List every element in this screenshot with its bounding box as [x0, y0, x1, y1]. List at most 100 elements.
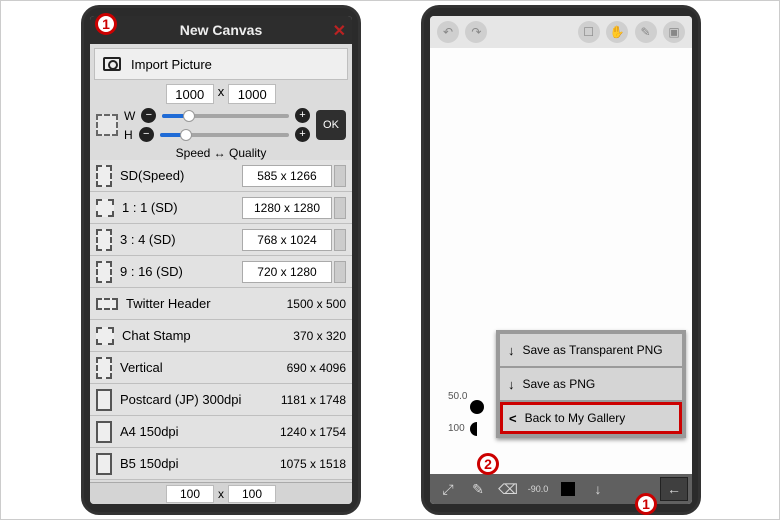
preset-row[interactable]: Chat Stamp370 x 320	[90, 320, 352, 352]
preset-dims: 1240 x 1754	[246, 425, 346, 439]
preset-swatch-icon	[96, 261, 112, 283]
brush-icon[interactable]: ✎	[464, 477, 492, 501]
dialog-title: New Canvas	[180, 22, 262, 38]
preset-row[interactable]: Postcard (JP) 300dpi1181 x 1748	[90, 384, 352, 416]
footer-height[interactable]: 100	[228, 485, 276, 503]
preset-dims-input[interactable]: 585 x 1266	[242, 165, 332, 187]
camera-icon	[103, 57, 121, 71]
preset-swatch-icon	[96, 357, 112, 379]
brush-opacity-label: 100	[448, 423, 465, 434]
preset-swatch-icon	[96, 453, 112, 475]
preset-row[interactable]: SD(Speed)585 x 1266	[90, 160, 352, 192]
preset-swatch-icon	[96, 229, 112, 251]
undo-icon[interactable]: ↶	[437, 21, 459, 43]
preset-swatch-icon	[96, 165, 112, 187]
footer-width[interactable]: 100	[166, 485, 214, 503]
speed-quality-label: Speed ↔ Quality	[90, 146, 352, 160]
screen-left: New Canvas ✕ Import Picture 1000 x 1000 …	[90, 16, 352, 504]
dialog-title-bar: New Canvas ✕	[90, 16, 352, 44]
ok-button[interactable]: OK	[316, 110, 346, 140]
top-toolbar-left: ↶ ↷	[436, 21, 488, 43]
preset-row[interactable]: Twitter Header1500 x 500	[90, 288, 352, 320]
width-value[interactable]: 1000	[166, 84, 214, 104]
top-toolbar: ↶ ↷ ☐ ✋ ✎ ▣	[430, 16, 692, 48]
tool-icon-1[interactable]: ☐	[578, 21, 600, 43]
preset-spin[interactable]	[334, 165, 346, 187]
preset-row[interactable]: 1 : 1 (SD)1280 x 1280	[90, 192, 352, 224]
preset-row[interactable]: 9 : 16 (SD)720 x 1280	[90, 256, 352, 288]
height-slider-row: H − +	[124, 127, 310, 142]
chevron-left-icon	[509, 411, 517, 426]
preset-spin[interactable]	[334, 229, 346, 251]
menu-item-label: Back to My Gallery	[525, 411, 626, 425]
callout-1a: 1	[95, 13, 117, 35]
brush-size-label: 50.0	[448, 391, 467, 402]
layers-icon[interactable]: ▣	[663, 21, 685, 43]
width-plus-button[interactable]: +	[295, 108, 310, 123]
preset-list: SD(Speed)585 x 12661 : 1 (SD)1280 x 1280…	[90, 160, 352, 480]
footer-x: x	[218, 487, 224, 501]
preset-spin[interactable]	[334, 197, 346, 219]
menu-item[interactable]: Save as Transparent PNG	[500, 334, 682, 366]
height-minus-button[interactable]: −	[139, 127, 154, 142]
preset-name: B5 150dpi	[120, 456, 246, 471]
preset-dims: 690 x 4096	[246, 361, 346, 375]
menu-item-label: Save as PNG	[523, 377, 596, 391]
preset-swatch-icon	[96, 421, 112, 443]
tool-icon-3[interactable]: ✎	[635, 21, 657, 43]
width-label: W	[124, 109, 135, 123]
preset-row[interactable]: B5 150dpi1075 x 1518	[90, 448, 352, 480]
preset-swatch-icon	[96, 389, 112, 411]
download-icon[interactable]: ↓	[584, 477, 612, 501]
custom-dimensions-row: 1000 x 1000	[90, 84, 352, 104]
menu-item[interactable]: Save as PNG	[500, 368, 682, 400]
fullscreen-icon[interactable]: ⤢	[434, 477, 462, 501]
preset-name: 3 : 4 (SD)	[120, 232, 242, 247]
preset-name: A4 150dpi	[120, 424, 246, 439]
preset-dims-input[interactable]: 1280 x 1280	[242, 197, 332, 219]
redo-icon[interactable]: ↷	[465, 21, 487, 43]
close-icon[interactable]: ✕	[333, 21, 346, 41]
import-picture-row[interactable]: Import Picture	[94, 48, 348, 80]
tool-icon-2[interactable]: ✋	[606, 21, 628, 43]
preset-row[interactable]: 3 : 4 (SD)768 x 1024	[90, 224, 352, 256]
height-plus-button[interactable]: +	[295, 127, 310, 142]
menu-item-label: Save as Transparent PNG	[523, 343, 663, 357]
footer-dimensions: 100 x 100	[90, 482, 352, 504]
height-value[interactable]: 1000	[228, 84, 276, 104]
preset-dims: 1075 x 1518	[246, 457, 346, 471]
preset-row[interactable]: A4 150dpi1240 x 1754	[90, 416, 352, 448]
back-button[interactable]: ←	[660, 477, 688, 501]
preset-swatch-icon	[96, 298, 118, 310]
preset-name: Postcard (JP) 300dpi	[120, 392, 246, 407]
eraser-icon[interactable]: ⌫	[494, 477, 522, 501]
width-slider-row: W − +	[124, 108, 310, 123]
preset-swatch-icon	[96, 327, 114, 345]
aspect-preview-icon	[96, 114, 118, 136]
preset-dims-input[interactable]: 768 x 1024	[242, 229, 332, 251]
preset-name: Chat Stamp	[122, 328, 246, 343]
preset-dims: 370 x 320	[246, 329, 346, 343]
menu-item[interactable]: Back to My Gallery	[500, 402, 682, 434]
preset-row[interactable]: Vertical690 x 4096	[90, 352, 352, 384]
top-toolbar-right: ☐ ✋ ✎ ▣	[577, 21, 686, 43]
height-label: H	[124, 128, 133, 142]
phone-left: New Canvas ✕ Import Picture 1000 x 1000 …	[81, 5, 361, 515]
download-icon	[508, 343, 515, 358]
preset-dims-input[interactable]: 720 x 1280	[242, 261, 332, 283]
dimension-x: x	[218, 84, 225, 104]
size-sliders-row: W − + H − + OK	[90, 104, 352, 146]
width-slider[interactable]	[162, 114, 289, 118]
preset-spin[interactable]	[334, 261, 346, 283]
width-minus-button[interactable]: −	[141, 108, 156, 123]
brush-preview-half	[470, 422, 484, 436]
preset-swatch-icon	[96, 199, 114, 217]
drawing-canvas[interactable]: 50.0 100 Save as Transparent PNG Save as …	[430, 48, 692, 474]
brush-preview-dot	[470, 400, 484, 414]
preset-name: Twitter Header	[126, 296, 246, 311]
callout-1b: 1	[635, 493, 657, 515]
color-swatch[interactable]	[554, 477, 582, 501]
screen-right: ↶ ↷ ☐ ✋ ✎ ▣ 50.0 100 Save as Transparent…	[430, 16, 692, 504]
height-slider[interactable]	[160, 133, 289, 137]
download-icon	[508, 377, 515, 392]
